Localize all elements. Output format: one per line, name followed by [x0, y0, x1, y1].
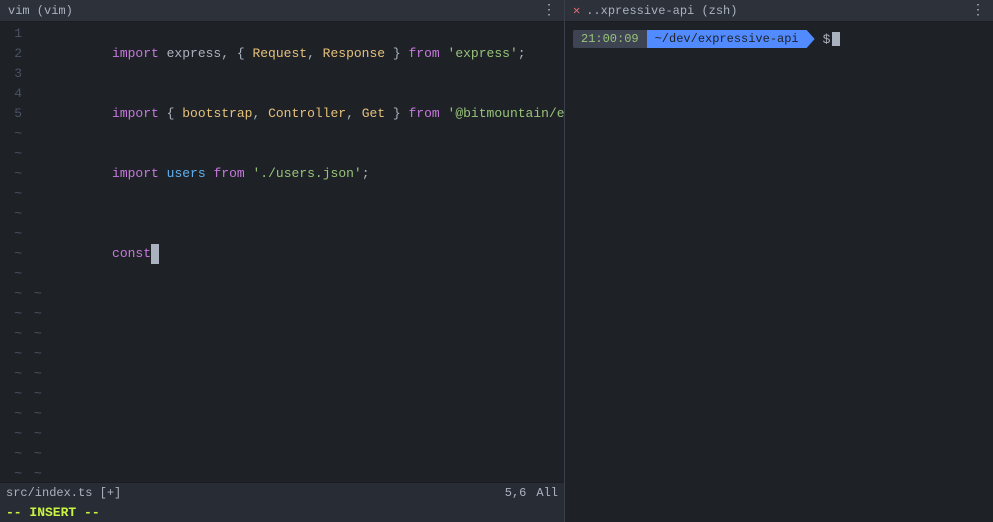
vim-titlebar: vim (vim) ⋮ [0, 0, 564, 22]
terminal-titlebar: ✕ ..xpressive-api (zsh) ⋮ [565, 0, 993, 22]
line-num-tilde-11: ~ [0, 324, 22, 344]
tilde-line: ~ [34, 344, 564, 364]
line-num-1: 1 [0, 24, 22, 44]
prompt-path: ~/dev/expressive-api [647, 30, 815, 48]
prompt-dollar: $ [823, 32, 831, 47]
prompt-time: 21:00:09 [573, 30, 647, 48]
line-num-tilde-6: ~ [0, 224, 22, 244]
code-line-5: const [34, 224, 564, 284]
terminal-cursor [832, 32, 840, 46]
tilde-line: ~ [34, 284, 564, 304]
tilde-line: ~ [34, 304, 564, 324]
terminal-pane: ✕ ..xpressive-api (zsh) ⋮ 21:00:09 ~/dev… [565, 0, 993, 522]
tilde-line: ~ [34, 384, 564, 404]
vim-cursor [151, 244, 159, 264]
terminal-title-left: ✕ ..xpressive-api (zsh) [573, 3, 737, 18]
line-num-tilde-18: ~ [0, 464, 22, 482]
terminal-menu-icon[interactable]: ⋮ [971, 2, 985, 19]
line-num-tilde-4: ~ [0, 184, 22, 204]
line-num-2: 2 [0, 44, 22, 64]
code-line-3: import users from './users.json'; [34, 144, 564, 204]
vim-editor: 1 2 3 4 5 ~ ~ ~ ~ ~ ~ ~ ~ ~ ~ ~ ~ ~ ~ ~ [0, 22, 564, 482]
line-num-tilde-14: ~ [0, 384, 22, 404]
line-num-tilde-8: ~ [0, 264, 22, 284]
code-area[interactable]: import express, { Request, Response } fr… [28, 22, 564, 482]
vim-statusbar: src/index.ts [+] 5,6 All [0, 482, 564, 502]
keyword-import-3: import [112, 166, 159, 181]
line-num-tilde-3: ~ [0, 164, 22, 184]
keyword-import-1: import [112, 46, 159, 61]
line-num-3: 3 [0, 64, 22, 84]
vim-title: vim (vim) [8, 4, 73, 18]
line-num-tilde-9: ~ [0, 284, 22, 304]
status-filename: src/index.ts [+] [6, 486, 121, 500]
line-num-tilde-1: ~ [0, 124, 22, 144]
prompt-line: 21:00:09 ~/dev/expressive-api $ [573, 26, 985, 52]
code-line-2: import { bootstrap, Controller, Get } fr… [34, 84, 564, 144]
code-line-1: import express, { Request, Response } fr… [34, 24, 564, 84]
keyword-import-2: import [112, 106, 159, 121]
status-position: 5,6 [505, 486, 527, 500]
tilde-line: ~ [34, 324, 564, 344]
line-num-tilde-13: ~ [0, 364, 22, 384]
code-line-4 [34, 204, 564, 224]
line-num-tilde-2: ~ [0, 144, 22, 164]
terminal-body: 21:00:09 ~/dev/expressive-api $ [565, 22, 993, 522]
line-numbers: 1 2 3 4 5 ~ ~ ~ ~ ~ ~ ~ ~ ~ ~ ~ ~ ~ ~ ~ [0, 22, 28, 482]
vim-menu-icon[interactable]: ⋮ [542, 2, 556, 19]
line-num-tilde-15: ~ [0, 404, 22, 424]
close-icon[interactable]: ✕ [573, 3, 580, 18]
status-range: All [536, 486, 558, 500]
vim-mode-label: -- INSERT -- [6, 505, 100, 520]
tilde-line: ~ [34, 364, 564, 384]
terminal-title: ..xpressive-api (zsh) [586, 4, 737, 18]
line-num-tilde-16: ~ [0, 424, 22, 444]
tilde-line: ~ [34, 444, 564, 464]
line-num-4: 4 [0, 84, 22, 104]
line-num-tilde-10: ~ [0, 304, 22, 324]
tilde-line: ~ [34, 424, 564, 444]
tilde-line: ~ [34, 404, 564, 424]
line-num-tilde-12: ~ [0, 344, 22, 364]
split-layout: vim (vim) ⋮ 1 2 3 4 5 ~ ~ ~ ~ ~ ~ ~ ~ ~ … [0, 0, 993, 522]
line-num-tilde-5: ~ [0, 204, 22, 224]
vim-modeline: -- INSERT -- [0, 502, 564, 522]
vim-pane: vim (vim) ⋮ 1 2 3 4 5 ~ ~ ~ ~ ~ ~ ~ ~ ~ … [0, 0, 565, 522]
line-num-tilde-17: ~ [0, 444, 22, 464]
line-num-tilde-7: ~ [0, 244, 22, 264]
tilde-line: ~ [34, 464, 564, 482]
line-num-5: 5 [0, 104, 22, 124]
